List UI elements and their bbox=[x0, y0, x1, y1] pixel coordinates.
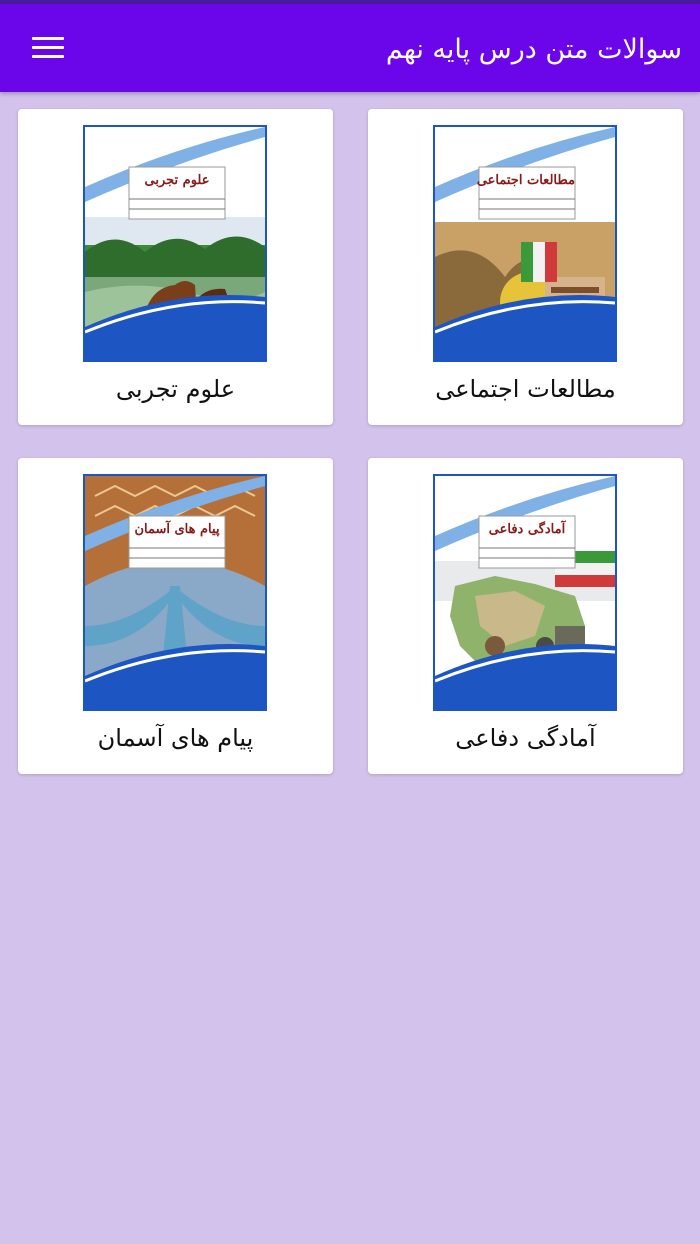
book-card-defense-readiness[interactable]: آمادگی دفاعی آمادگی دفاعی bbox=[368, 458, 683, 774]
book-card-social-studies[interactable]: مطالعات اجتماعی مطالعات اجتماعی bbox=[368, 109, 683, 425]
book-cover-image: علوم تجربی bbox=[83, 125, 267, 362]
book-cover-image: پیام های آسمان bbox=[83, 474, 267, 711]
book-title: آمادگی دفاعی bbox=[455, 724, 596, 752]
book-title: علوم تجربی bbox=[115, 375, 236, 403]
cover-title: آمادگی دفاعی bbox=[488, 522, 566, 537]
book-cover-image: آمادگی دفاعی bbox=[433, 474, 617, 711]
app-title: سوالات متن درس پایه نهم bbox=[385, 34, 682, 65]
cover-title: مطالعات اجتماعی bbox=[476, 173, 575, 188]
app-bar: سوالات متن درس پایه نهم bbox=[0, 4, 700, 92]
book-card-messages-of-heaven[interactable]: پیام های آسمان پیام های آسمان bbox=[18, 458, 333, 774]
cover-title: علوم تجربی bbox=[144, 173, 210, 188]
book-title: پیام های آسمان bbox=[97, 724, 254, 752]
book-cover-image: مطالعات اجتماعی bbox=[433, 125, 617, 362]
book-title: مطالعات اجتماعی bbox=[435, 375, 616, 403]
cover-title: پیام های آسمان bbox=[134, 522, 220, 537]
book-card-science[interactable]: علوم تجربی علوم تجربی bbox=[18, 109, 333, 425]
hamburger-menu-icon[interactable] bbox=[24, 28, 72, 68]
